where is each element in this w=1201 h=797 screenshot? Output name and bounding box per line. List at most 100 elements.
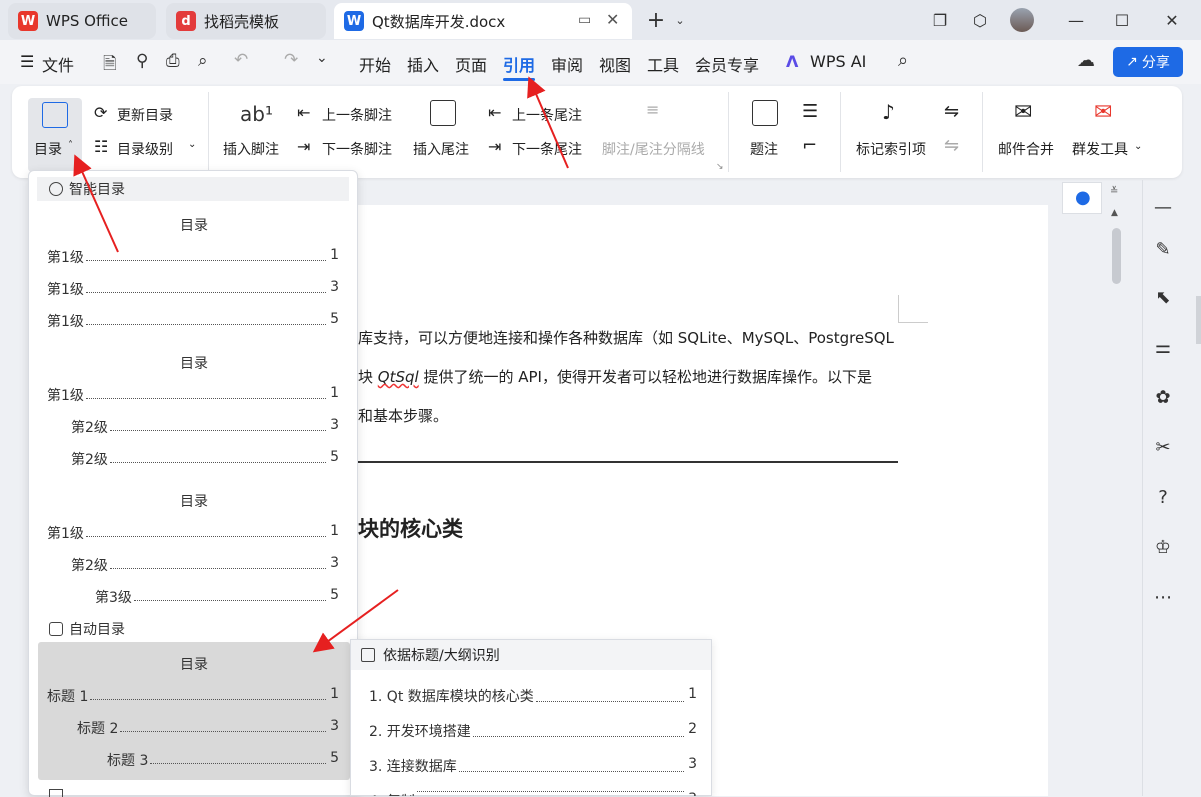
toc-row: 标题 11: [47, 686, 339, 705]
restore-window-icon[interactable]: ❐: [928, 8, 952, 32]
menu-home[interactable]: 开始: [359, 52, 391, 76]
share-link-icon[interactable]: ⚲: [136, 51, 148, 71]
avatar[interactable]: [1010, 8, 1034, 32]
cursor-icon[interactable]: ⬉: [1152, 286, 1174, 308]
preview-row: 1. Qt 数据库模块的核心类 1: [369, 686, 697, 705]
toc-level-button[interactable]: 目录级别: [117, 139, 173, 159]
tab-label: WPS Office: [46, 12, 128, 30]
toc-row: 第1级 1: [47, 385, 339, 404]
tab-wps-office[interactable]: W WPS Office: [8, 3, 156, 39]
prev-endnote-button[interactable]: 上一条尾注: [512, 105, 582, 125]
toc-icon: [42, 102, 68, 128]
toc-row: 第1级 1: [47, 247, 339, 266]
next-endnote-icon: ⇥: [488, 137, 502, 156]
menu-wps-ai[interactable]: WPS AI: [810, 52, 866, 71]
close-tab-icon[interactable]: ✕: [606, 10, 619, 29]
print-icon[interactable]: ⎙: [166, 51, 180, 71]
right-sidebar: — ✎ ⬉ ⚌ ✿ ✂ ? ♔ ⋯: [1142, 180, 1182, 796]
cross-reference-icon[interactable]: ⌐: [802, 135, 817, 156]
toc-row: 第3级 5: [95, 587, 339, 606]
menu-file[interactable]: 文件: [42, 52, 74, 76]
more-chevron-icon[interactable]: ⌄: [316, 50, 328, 66]
toc-title: 目录: [180, 494, 208, 510]
prev-footnote-icon: ⇤: [297, 103, 311, 122]
wps-logo-icon: W: [18, 11, 38, 31]
minimize-icon[interactable]: —: [1064, 8, 1088, 32]
monitor-icon[interactable]: ▭: [578, 12, 591, 28]
prev-footnote-button[interactable]: 上一条脚注: [322, 105, 392, 125]
toc-style-auto[interactable]: 目录 标题 11 标题 23 标题 35: [38, 642, 350, 780]
pen-icon[interactable]: ✎: [1152, 238, 1174, 260]
toc-style-1[interactable]: 目录 第1级 1 第1级 3 第1级 5: [29, 207, 359, 333]
nav-pane-toggle[interactable]: ●: [1062, 182, 1102, 214]
edge-scrollbar[interactable]: [1196, 296, 1201, 344]
toc-button[interactable]: 目录 ˄: [28, 98, 82, 172]
auto-toc-icon: [49, 622, 63, 636]
tab-label: 找稻壳模板: [204, 12, 280, 31]
menu-view[interactable]: 视图: [599, 52, 631, 76]
bulk-send-button[interactable]: 群发工具: [1072, 139, 1128, 159]
mail-merge-button[interactable]: 邮件合并: [998, 139, 1054, 159]
scroll-up-icon[interactable]: ▲: [1111, 208, 1118, 218]
update-index-icon[interactable]: ⇋: [944, 135, 959, 156]
paint-icon[interactable]: ✿: [1152, 386, 1174, 408]
footnote-separator-button[interactable]: 脚注/尾注分隔线: [602, 139, 705, 159]
chevron-down-icon: ⌄: [188, 139, 197, 150]
cloud-upload-icon[interactable]: ☁: [1077, 50, 1095, 71]
chevron-down-icon: ⌄: [1134, 141, 1143, 152]
next-endnote-button[interactable]: 下一条尾注: [512, 139, 582, 159]
auto-toc-section: 自动目录: [37, 617, 349, 641]
preview-row: 3. 连接数据库 3: [369, 756, 697, 775]
toc-title: 目录: [180, 218, 208, 234]
menu-member[interactable]: 会员专享: [695, 52, 759, 76]
sliders-icon[interactable]: ⚌: [1152, 336, 1174, 358]
print-preview-icon[interactable]: ⌕: [198, 51, 208, 71]
mail-icon: ✉: [1014, 100, 1033, 125]
new-tab-icon[interactable]: +: [644, 8, 668, 33]
menu-review[interactable]: 审阅: [551, 52, 583, 76]
insert-footnote-button[interactable]: 插入脚注: [223, 139, 279, 159]
share-button[interactable]: ↗ 分享: [1113, 47, 1183, 77]
redo-icon[interactable]: ↷: [284, 50, 298, 70]
undo-icon[interactable]: ↶: [234, 50, 248, 70]
menu-tools[interactable]: 工具: [647, 52, 679, 76]
tools-icon[interactable]: ✂: [1152, 436, 1174, 458]
caption-button[interactable]: 题注: [750, 139, 778, 159]
search-icon[interactable]: ⌕: [898, 50, 908, 71]
toc-row: 标题 23: [77, 718, 339, 737]
cube-icon[interactable]: ⬡: [968, 8, 992, 32]
insert-endnote-button[interactable]: 插入尾注: [413, 139, 469, 159]
table-of-figures-icon[interactable]: ☰: [802, 101, 818, 122]
index-mark-icon: ♪: [882, 100, 895, 124]
docer-logo-icon: d: [176, 11, 196, 31]
toc-label: 目录: [34, 142, 62, 158]
help-icon[interactable]: ?: [1152, 486, 1174, 508]
update-toc-button[interactable]: 更新目录: [117, 105, 173, 125]
menu-page[interactable]: 页面: [455, 52, 487, 76]
more-icon[interactable]: ⋯: [1152, 586, 1174, 608]
hamburger-icon[interactable]: ☰: [20, 52, 34, 71]
wps-ai-logo-icon: Λ: [786, 52, 799, 71]
tab-qt-doc[interactable]: W Qt数据库开发.docx ▭ ✕: [334, 3, 632, 39]
shirt-icon[interactable]: ♔: [1152, 536, 1174, 558]
close-window-icon[interactable]: ✕: [1160, 8, 1184, 32]
menu-references[interactable]: 引用: [503, 52, 536, 81]
toc-row: 第1级 3: [47, 279, 339, 298]
toc-style-2[interactable]: 目录 第1级 1 第2级 3 第2级 5: [29, 345, 359, 471]
collapse-icon[interactable]: —: [1152, 196, 1174, 218]
separator-icon: ≡: [646, 100, 660, 119]
vertical-scrollbar[interactable]: [1112, 228, 1121, 284]
save-icon[interactable]: 🗎: [103, 51, 117, 80]
dialog-launcher-icon[interactable]: ↘: [716, 162, 724, 172]
scroll-top-icon[interactable]: ≚: [1110, 186, 1118, 197]
tab-docer[interactable]: d 找稻壳模板: [166, 3, 326, 39]
menu-insert[interactable]: 插入: [407, 52, 439, 76]
toc-style-3[interactable]: 目录 第1级 1 第2级 3 第3级 5: [29, 483, 359, 609]
next-footnote-button[interactable]: 下一条脚注: [322, 139, 392, 159]
mark-index-button[interactable]: 标记索引项: [856, 139, 926, 159]
index-icon[interactable]: ⇋: [944, 101, 959, 122]
maximize-icon[interactable]: ☐: [1110, 8, 1134, 32]
update-toc-icon: ⟳: [94, 103, 108, 122]
chevron-down-icon[interactable]: ⌄: [668, 8, 692, 32]
share-icon: ↗: [1126, 54, 1138, 70]
